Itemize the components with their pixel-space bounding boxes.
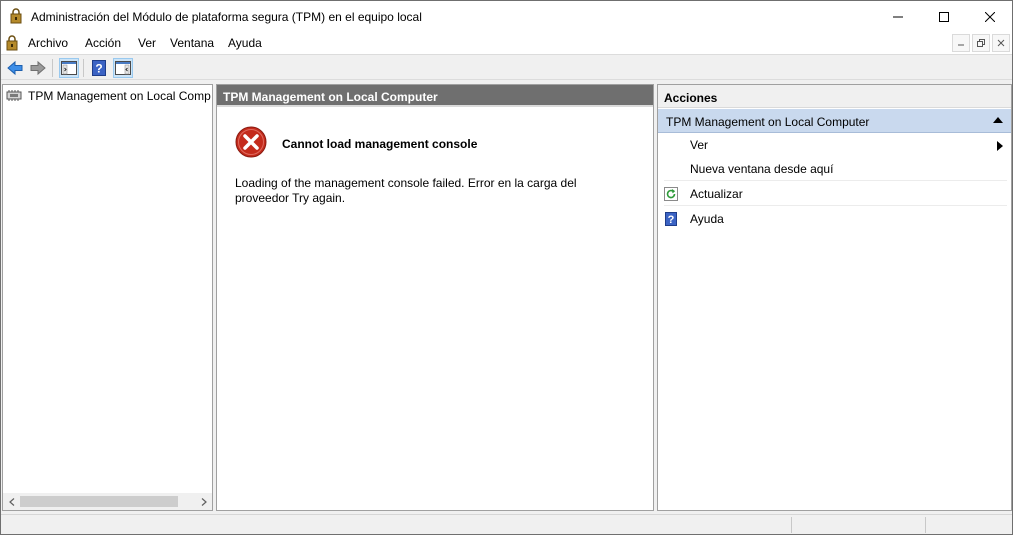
menu-ventana[interactable]: Ventana (170, 36, 214, 50)
action-label: Ver (690, 138, 709, 152)
error-icon (235, 126, 267, 158)
action-label: Actualizar (690, 186, 743, 201)
system-menu-icon[interactable] (4, 35, 20, 51)
help-icon: ? (92, 60, 106, 76)
maximize-button[interactable] (921, 1, 967, 32)
window-title: Administración del Módulo de plataforma … (31, 10, 422, 24)
title-bar[interactable]: Administración del Módulo de plataforma … (1, 1, 1012, 32)
menu-archivo[interactable]: Archivo (28, 36, 68, 50)
tpm-snapin-icon (6, 87, 22, 105)
status-separator (925, 517, 926, 533)
forward-button[interactable] (28, 58, 48, 78)
scrollbar-thumb[interactable] (20, 496, 178, 507)
status-separator (791, 517, 792, 533)
error-title: Cannot load management console (282, 137, 478, 151)
show-hide-action-pane-button[interactable] (113, 58, 133, 78)
maximize-icon (939, 11, 949, 22)
menu-bar: Archivo Acción Ver Ventana Ayuda (1, 32, 1012, 54)
close-icon (985, 11, 995, 22)
actions-group-header[interactable]: TPM Management on Local Computer (658, 109, 1011, 133)
toolbar-separator (83, 59, 84, 77)
refresh-icon (664, 186, 678, 201)
close-icon (997, 39, 1005, 47)
action-label: Ayuda (690, 212, 724, 226)
result-pane: TPM Management on Local Computer Cannot … (216, 84, 654, 511)
tree-item-label: TPM Management on Local Comp (28, 89, 211, 103)
toolbar: ? (1, 54, 1012, 80)
minimize-button[interactable] (875, 1, 921, 32)
tree-item-tpm-root[interactable]: TPM Management on Local Comp (6, 87, 211, 105)
action-actualizar[interactable]: Actualizar (664, 182, 1007, 206)
blank-icon (664, 138, 678, 152)
action-ayuda[interactable]: ? Ayuda (664, 207, 1007, 231)
error-message: Loading of the management console failed… (235, 176, 577, 205)
menu-ayuda[interactable]: Ayuda (228, 36, 262, 50)
actions-pane: Acciones TPM Management on Local Compute… (657, 84, 1012, 511)
mdi-minimize-button[interactable] (952, 34, 970, 52)
help-button[interactable]: ? (89, 58, 109, 78)
horizontal-scrollbar[interactable] (3, 493, 212, 510)
back-arrow-icon (7, 60, 23, 76)
mdi-controls (952, 32, 1012, 54)
svg-text:?: ? (95, 62, 102, 76)
back-button[interactable] (5, 58, 25, 78)
minimize-icon (893, 16, 903, 17)
restore-icon (977, 39, 985, 47)
scroll-right-icon[interactable] (195, 493, 212, 510)
submenu-arrow-icon (997, 141, 1003, 151)
action-nueva-ventana[interactable]: Nueva ventana desde aquí (664, 157, 1007, 181)
action-ver[interactable]: Ver (664, 133, 1007, 157)
collapse-up-icon[interactable] (993, 117, 1003, 123)
svg-text:?: ? (668, 214, 675, 226)
actions-pane-header: Acciones (658, 85, 1011, 108)
menu-ver[interactable]: Ver (138, 36, 156, 50)
help-icon: ? (664, 212, 678, 226)
toolbar-separator (52, 59, 53, 77)
scroll-left-icon[interactable] (3, 493, 20, 510)
mmc-window: Administración del Módulo de plataforma … (0, 0, 1013, 535)
forward-arrow-icon (30, 60, 46, 76)
action-label: Nueva ventana desde aquí (690, 161, 834, 176)
console-tree-pane: TPM Management on Local Comp (2, 84, 213, 511)
close-button[interactable] (967, 1, 1012, 32)
blank-icon (664, 162, 678, 176)
result-pane-header: TPM Management on Local Computer (217, 85, 653, 107)
mdi-close-button[interactable] (992, 34, 1010, 52)
menu-accion[interactable]: Acción (85, 36, 121, 50)
mdi-restore-button[interactable] (972, 34, 990, 52)
tpm-app-icon (8, 8, 24, 24)
show-hide-console-tree-button[interactable] (59, 58, 79, 78)
minimize-icon (958, 44, 964, 46)
status-bar (1, 514, 1012, 534)
show-hide-console-tree-icon (61, 61, 77, 75)
actions-group-label: TPM Management on Local Computer (666, 115, 870, 129)
show-hide-action-pane-icon (115, 61, 131, 75)
